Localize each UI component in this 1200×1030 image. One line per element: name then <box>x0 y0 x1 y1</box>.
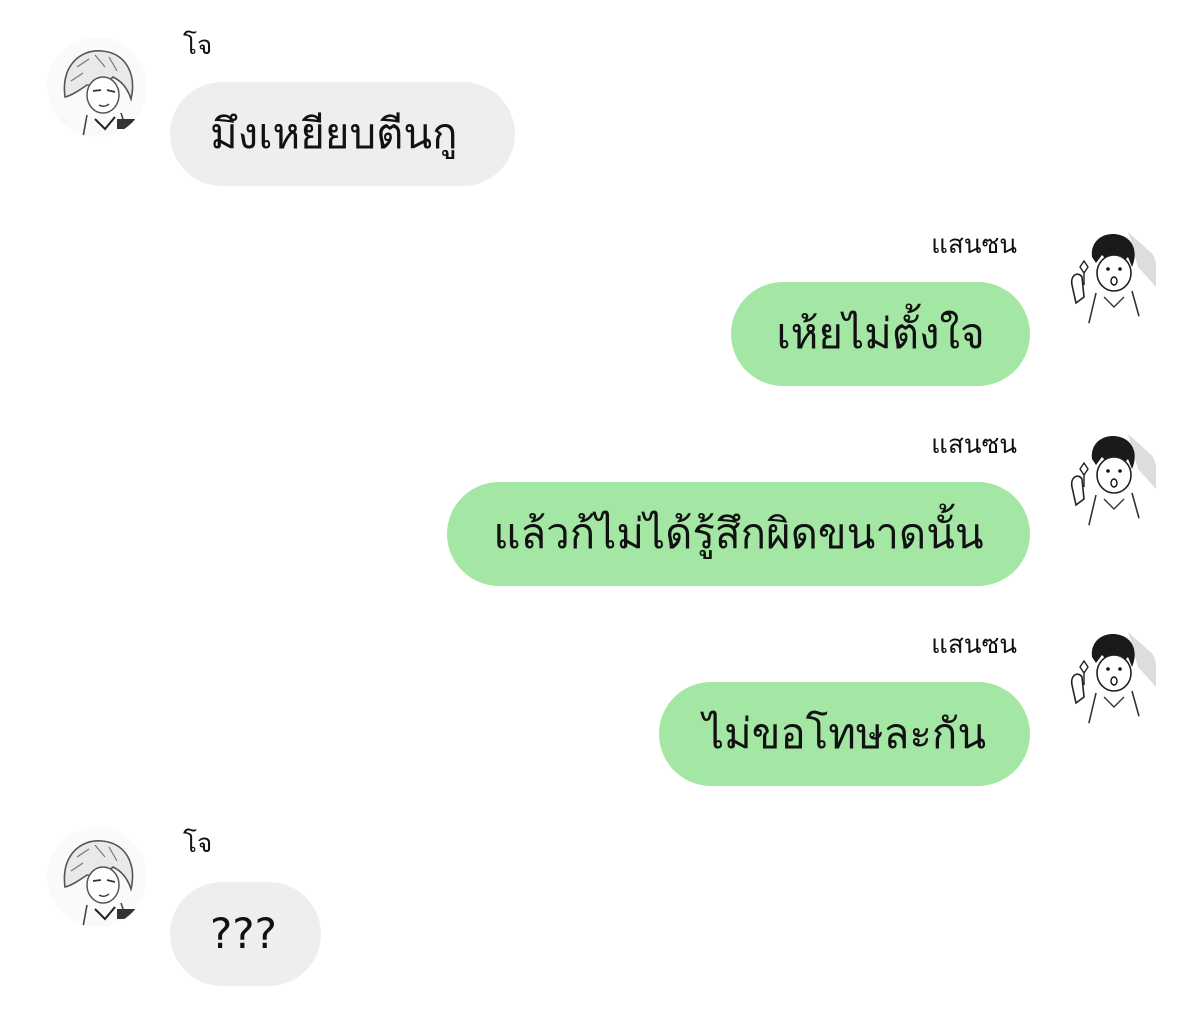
jo-avatar[interactable] <box>47 827 147 927</box>
message-text: ไม่ขอโทษละกัน <box>702 709 987 758</box>
message-text: ??? <box>210 909 277 958</box>
saenson-avatar[interactable] <box>1058 429 1158 529</box>
message-bubble-incoming[interactable]: มึงเหยียบตีนกู <box>170 82 515 186</box>
jo-avatar-illustration <box>47 37 147 137</box>
sender-name: โจ <box>183 829 213 859</box>
jo-avatar[interactable] <box>47 37 147 137</box>
message-text: มึงเหยียบตีนกู <box>210 109 458 158</box>
sender-name: แสนซน <box>931 430 1017 460</box>
saenson-avatar[interactable] <box>1058 627 1158 727</box>
sender-name: แสนซน <box>931 630 1017 660</box>
message-text: แล้วก้ไม่ได้รู้สึกผิดขนาดนั้น <box>493 509 984 558</box>
saenson-avatar[interactable] <box>1058 227 1158 327</box>
message-bubble-outgoing[interactable]: ไม่ขอโทษละกัน <box>659 682 1030 786</box>
sender-name: โจ <box>183 31 213 61</box>
saenson-avatar-illustration <box>1058 627 1158 727</box>
message-bubble-incoming[interactable]: ??? <box>170 882 321 986</box>
saenson-avatar-illustration <box>1058 429 1158 529</box>
sender-name: แสนซน <box>931 230 1017 260</box>
jo-avatar-illustration <box>47 827 147 927</box>
saenson-avatar-illustration <box>1058 227 1158 327</box>
message-bubble-outgoing[interactable]: แล้วก้ไม่ได้รู้สึกผิดขนาดนั้น <box>447 482 1030 586</box>
chat-thread: โจ มึงเหยียบตีนกู แสนซน เห้ยไม่ตั้งใจ แส… <box>0 0 1200 1030</box>
message-bubble-outgoing[interactable]: เห้ยไม่ตั้งใจ <box>731 282 1030 386</box>
message-text: เห้ยไม่ตั้งใจ <box>776 309 985 358</box>
